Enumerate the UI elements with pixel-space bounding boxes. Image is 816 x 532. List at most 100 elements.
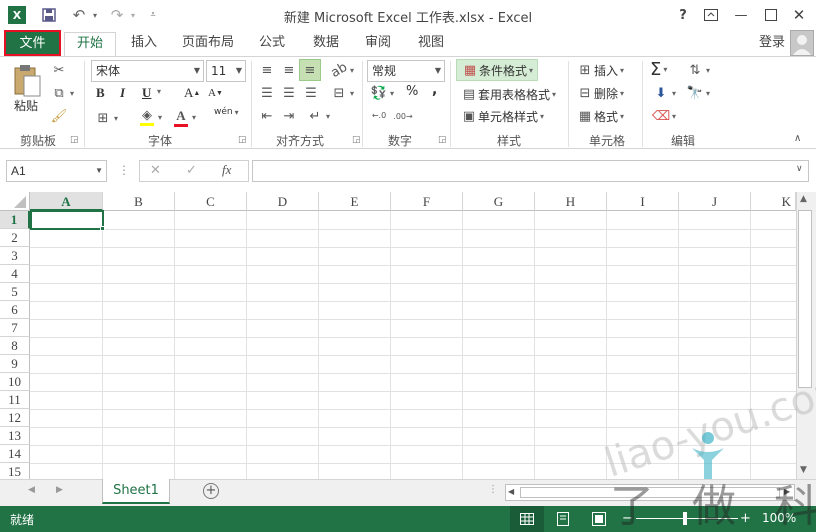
tab-view[interactable]: 视图 [411, 32, 451, 56]
tab-formulas[interactable]: 公式 [252, 32, 292, 56]
expand-formula-bar-icon[interactable]: ∨ [796, 164, 803, 174]
tab-split-handle-icon[interactable]: ⋮ [488, 484, 498, 495]
align-left-icon[interactable]: ☰ [258, 84, 276, 102]
new-sheet-button[interactable]: + [203, 483, 219, 499]
row-header-14[interactable]: 14 [0, 445, 30, 463]
increase-indent-icon[interactable]: ⇥ [280, 107, 298, 125]
copy-icon[interactable]: ⧉ ▾ [50, 84, 74, 102]
delete-cells-button[interactable]: ⊟ 删除 ▾ [576, 84, 624, 102]
scroll-left-icon[interactable]: ◀ [508, 487, 514, 496]
phonetic-guide-button[interactable]: wén ▾ [214, 107, 239, 117]
autosum-button[interactable]: Σ ▾ [650, 59, 667, 80]
wrap-text-icon[interactable]: ↵ ▾ [306, 107, 330, 125]
percent-button[interactable]: % [406, 84, 418, 99]
font-size-select[interactable]: 11 ▼ [206, 60, 246, 82]
row-header-8[interactable]: 8 [0, 337, 30, 355]
close-button[interactable]: ✕ [788, 4, 810, 26]
alignment-launcher-icon[interactable]: ◲ [352, 135, 361, 145]
number-format-select[interactable]: 常规 ▼ [367, 60, 445, 82]
sheet-tab-sheet1[interactable]: Sheet1 [102, 479, 170, 504]
minimize-button[interactable]: — [730, 4, 752, 26]
find-select-icon[interactable]: 🔭 ▾ [686, 84, 710, 102]
fill-color-icon[interactable]: ◈ ▾ [138, 107, 162, 127]
italic-button[interactable]: I [120, 85, 125, 101]
column-header-d[interactable]: D [247, 192, 319, 211]
align-center-icon[interactable]: ☰ [280, 84, 298, 102]
save-icon[interactable] [40, 6, 58, 24]
decrease-indent-icon[interactable]: ⇤ [258, 107, 276, 125]
orientation-icon[interactable]: ab ▾ [328, 59, 354, 80]
maximize-button[interactable] [760, 4, 782, 26]
font-color-icon[interactable]: A ▾ [172, 107, 196, 127]
cut-icon[interactable]: ✂ [50, 61, 68, 79]
normal-view-icon[interactable] [510, 506, 544, 532]
font-name-select[interactable]: 宋体 ▼ [91, 60, 204, 82]
tab-review[interactable]: 审阅 [358, 32, 398, 56]
row-header-2[interactable]: 2 [0, 229, 30, 247]
column-header-f[interactable]: F [391, 192, 463, 211]
enter-icon[interactable]: ✓ [186, 163, 197, 178]
name-box[interactable]: A1 ▼ [6, 160, 107, 182]
format-painter-icon[interactable]: 🖌 [50, 107, 68, 125]
column-header-h[interactable]: H [535, 192, 607, 211]
row-header-3[interactable]: 3 [0, 247, 30, 265]
row-header-10[interactable]: 10 [0, 373, 30, 391]
column-header-a[interactable]: A [30, 192, 103, 211]
cancel-icon[interactable]: ✕ [150, 163, 161, 178]
tab-data[interactable]: 数据 [306, 32, 346, 56]
redo-dropdown-icon[interactable]: ▾ [124, 6, 142, 24]
paste-button[interactable]: 粘贴 [14, 97, 38, 114]
column-header-k[interactable]: K [751, 192, 796, 211]
align-bottom-icon[interactable]: ≡ [299, 59, 321, 81]
row-header-9[interactable]: 9 [0, 355, 30, 373]
customize-qat-icon[interactable]: ⩡ [144, 6, 162, 24]
tab-insert[interactable]: 插入 [124, 32, 164, 56]
merge-center-icon[interactable]: ⊟ ▾ [330, 84, 354, 102]
row-header-5[interactable]: 5 [0, 283, 30, 301]
fill-icon[interactable]: ⬇ ▾ [652, 84, 676, 102]
paste-icon[interactable] [12, 63, 44, 99]
login-link[interactable]: 登录 [752, 32, 792, 56]
format-as-table-button[interactable]: ▤ 套用表格格式 ▾ [460, 85, 556, 103]
prev-sheet-icon[interactable]: ◀ [28, 485, 35, 495]
align-right-icon[interactable]: ☰ [302, 84, 320, 102]
align-top-icon[interactable]: ≡ [258, 61, 276, 79]
accounting-format-icon[interactable]: 💱 ▾ [370, 84, 394, 102]
column-header-c[interactable]: C [175, 192, 247, 211]
borders-icon[interactable]: ⊞ ▾ [94, 109, 118, 127]
tab-home[interactable]: 开始 [64, 32, 116, 56]
shrink-font-button[interactable]: A ▼ [208, 87, 223, 99]
select-all-button[interactable] [0, 192, 30, 211]
worksheet-grid[interactable]: A B C D E F G H I J K 1 2 3 4 5 6 7 8 9 … [0, 192, 816, 479]
undo-dropdown-icon[interactable]: ▾ [86, 6, 104, 24]
row-header-7[interactable]: 7 [0, 319, 30, 337]
row-header-1[interactable]: 1 [0, 211, 30, 229]
format-cells-button[interactable]: ▦ 格式 ▾ [576, 107, 624, 125]
underline-button[interactable]: U [142, 85, 151, 101]
conditional-formatting-button[interactable]: ▦ 条件格式 ▾ [456, 59, 539, 81]
collapse-ribbon-icon[interactable]: ∧ [794, 133, 801, 144]
font-launcher-icon[interactable]: ◲ [238, 135, 247, 145]
comma-button[interactable]: , [432, 82, 437, 98]
avatar[interactable] [790, 30, 814, 56]
vertical-scroll-thumb[interactable] [798, 210, 812, 388]
next-sheet-icon[interactable]: ▶ [56, 485, 63, 495]
row-header-6[interactable]: 6 [0, 301, 30, 319]
row-header-11[interactable]: 11 [0, 391, 30, 409]
decrease-decimal-icon[interactable]: .00→ [393, 107, 412, 125]
underline-dropdown-icon[interactable]: ▾ [155, 87, 161, 96]
column-header-i[interactable]: I [607, 192, 679, 211]
sort-filter-icon[interactable]: ⇅ ▾ [686, 61, 710, 79]
increase-decimal-icon[interactable]: ←.0 [370, 107, 388, 125]
page-break-view-icon[interactable] [592, 512, 606, 529]
row-header-12[interactable]: 12 [0, 409, 30, 427]
column-header-e[interactable]: E [319, 192, 391, 211]
column-header-j[interactable]: J [679, 192, 751, 211]
clipboard-launcher-icon[interactable]: ◲ [70, 135, 79, 145]
align-middle-icon[interactable]: ≡ [280, 61, 298, 79]
help-button[interactable]: ? [672, 4, 694, 26]
row-header-4[interactable]: 4 [0, 265, 30, 283]
page-layout-view-icon[interactable] [556, 512, 570, 529]
active-cell[interactable] [30, 210, 104, 230]
ribbon-display-options-button[interactable] [700, 4, 722, 26]
